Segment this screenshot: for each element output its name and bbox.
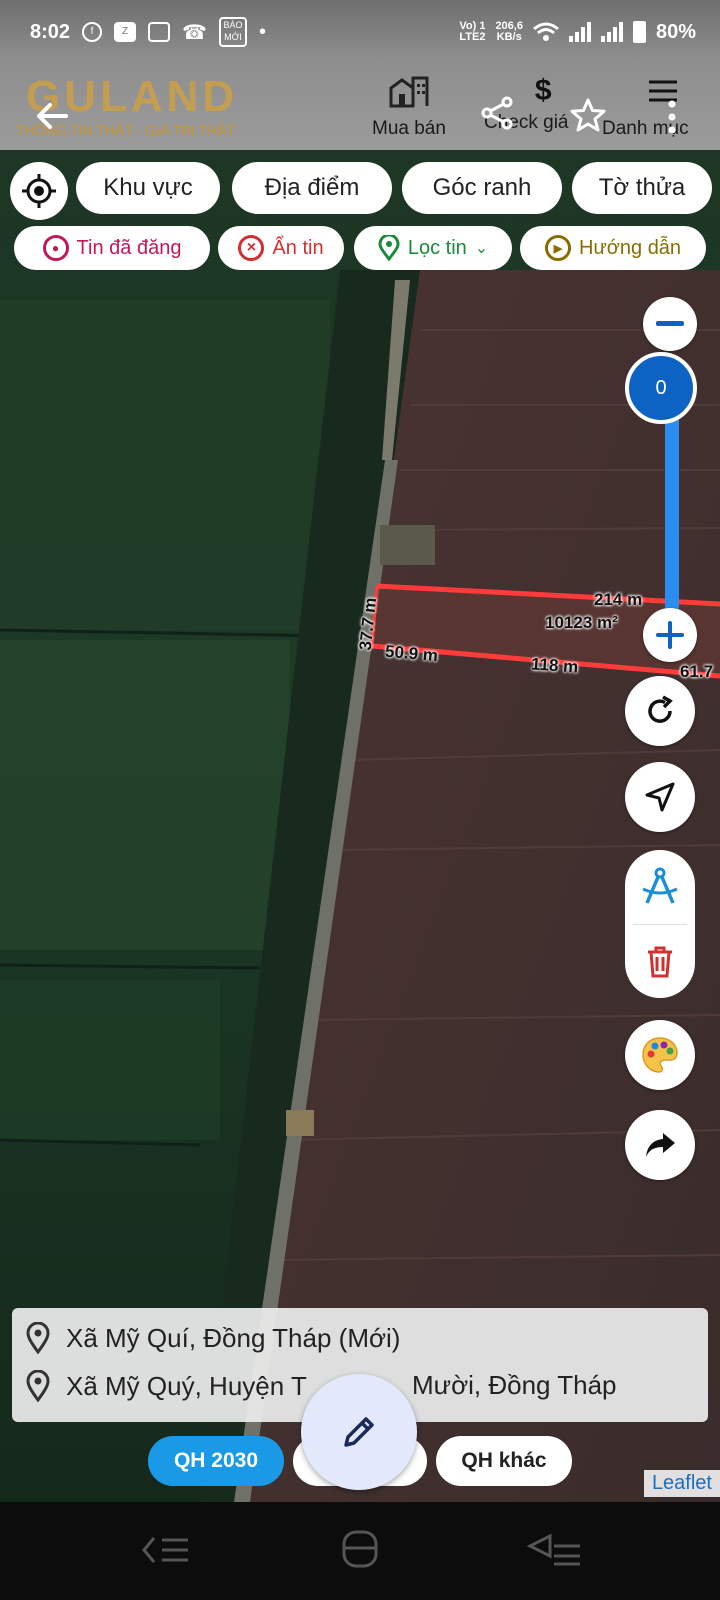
home-icon[interactable]	[340, 1526, 380, 1570]
chip-loc-tin-label: Lọc tin	[407, 236, 467, 259]
forward-arrow-icon	[646, 1133, 675, 1157]
delete-button[interactable]	[625, 925, 695, 999]
baomoi-icon: BÁO MỚI	[218, 17, 247, 47]
minus-icon	[656, 321, 684, 326]
trash-icon	[648, 946, 672, 978]
facebook-icon: f	[82, 22, 103, 42]
battery-percent: 80%	[655, 20, 696, 43]
location-pin-icon	[378, 235, 400, 261]
qh-2030-button[interactable]: QH 2030	[148, 1436, 284, 1486]
building-icon	[389, 76, 429, 108]
zoom-out-button[interactable]	[643, 297, 697, 351]
signal-1-icon	[568, 22, 591, 42]
measure-button[interactable]	[625, 850, 695, 924]
edit-button[interactable]	[301, 1374, 417, 1490]
nav-mua-ban[interactable]: Mua bán	[372, 74, 446, 140]
status-bar-left: 8:02 f Z ☎ BÁO MỚI •	[30, 14, 266, 50]
measure-area: 10123 m²	[545, 613, 618, 632]
battery-icon	[632, 21, 646, 43]
recents-icon[interactable]	[140, 1530, 194, 1570]
chip-goc-ranh[interactable]: Góc ranh	[402, 162, 562, 214]
navigation-arrow-icon	[645, 782, 675, 812]
compass-measure-icon	[642, 867, 678, 904]
share-icon[interactable]	[480, 96, 514, 130]
address-old-left: Xã Mỹ Quý, Huyện T	[66, 1370, 307, 1401]
zoom-slider-thumb[interactable]: 0	[625, 352, 697, 424]
signal-2-icon	[600, 22, 623, 42]
missed-call-icon: ☎	[182, 21, 207, 44]
chip-an-tin-label: Ẩn tin	[272, 236, 324, 259]
chip-to-thua[interactable]: Tờ thửa	[572, 162, 712, 214]
dollar-icon: $	[534, 74, 552, 107]
locate-me-button[interactable]	[10, 162, 68, 220]
measure-tools	[625, 850, 695, 998]
clock: 8:02	[30, 20, 71, 43]
chevron-down-icon: ⌄	[474, 240, 489, 257]
user-group-icon: ●	[42, 235, 69, 261]
leaflet-attribution[interactable]: Leaflet	[643, 1470, 720, 1497]
chip-loc-tin[interactable]: Lọc tin ⌄	[354, 226, 512, 270]
more-dot-icon: •	[258, 20, 266, 43]
back-arrow-icon[interactable]	[32, 96, 72, 136]
network-type: Vo) 1 LTE2	[459, 20, 486, 43]
chip-huong-dan[interactable]: ▶ Hướng dẫn	[520, 226, 706, 270]
refresh-icon	[648, 695, 673, 723]
location-pin-icon	[26, 1370, 50, 1402]
back-nav-icon[interactable]	[524, 1530, 584, 1570]
measure-top-edge: 214 m	[594, 590, 643, 609]
share-route-button[interactable]	[625, 1110, 695, 1180]
address-old-row: Xã Mỹ Quý, Huyện T	[26, 1370, 307, 1402]
crosshair-icon	[22, 174, 56, 208]
refresh-button[interactable]	[625, 676, 695, 746]
chip-khu-vuc[interactable]: Khu vực	[76, 162, 220, 214]
location-pin-icon	[26, 1322, 50, 1354]
star-icon[interactable]	[570, 98, 606, 132]
address-new: Xã Mỹ Quí, Đồng Tháp (Mới)	[66, 1322, 401, 1353]
zalo-icon: Z	[114, 22, 137, 42]
more-vert-icon[interactable]	[666, 100, 678, 134]
chip-tin-da-dang[interactable]: ● Tin đã đăng	[14, 226, 210, 270]
wifi-icon	[533, 22, 559, 41]
address-old-right: Mười, Đồng Tháp	[412, 1370, 617, 1400]
status-bar-right: Vo) 1 LTE2 206,6 KB/s 80%	[459, 14, 696, 50]
system-nav-bar	[0, 1502, 720, 1600]
chip-an-tin[interactable]: × Ẩn tin	[218, 226, 344, 270]
app-header: 8:02 f Z ☎ BÁO MỚI • Vo) 1 LTE2 206,6 KB/s…	[0, 0, 720, 150]
palette-icon	[642, 1037, 678, 1073]
plus-icon	[656, 621, 684, 649]
network-speed: 206,6 KB/s	[495, 20, 523, 43]
pencil-icon	[344, 1417, 374, 1447]
nav-mua-ban-label: Mua bán	[372, 118, 446, 139]
palette-button[interactable]	[625, 1020, 695, 1090]
zoom-in-button[interactable]	[643, 608, 697, 662]
qh-khac-button[interactable]: QH khác	[436, 1436, 572, 1486]
chip-tin-da-dang-label: Tin đã đăng	[76, 236, 182, 259]
zoom-slider-track[interactable]	[665, 395, 679, 625]
play-circle-icon: ▶	[544, 235, 571, 261]
chip-huong-dan-label: Hướng dẫn	[578, 236, 682, 259]
close-circle-icon: ×	[238, 235, 265, 261]
navigate-button[interactable]	[625, 762, 695, 832]
sim-icon	[148, 22, 171, 42]
measure-bottom-right: 61.7	[680, 662, 714, 681]
chip-dia-diem[interactable]: Địa điểm	[232, 162, 392, 214]
address-new-row: Xã Mỹ Quí, Đồng Tháp (Mới)	[26, 1322, 400, 1354]
measure-bottom-mid: 118 m	[530, 654, 579, 677]
